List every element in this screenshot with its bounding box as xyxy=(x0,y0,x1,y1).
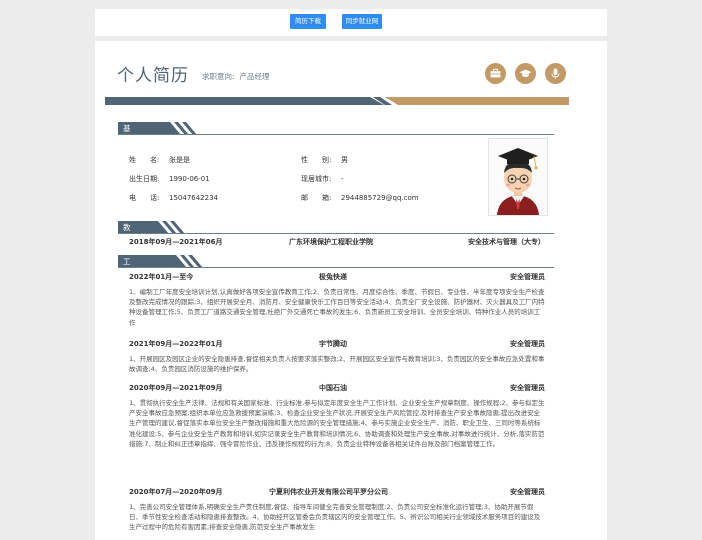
microphone-icon xyxy=(545,63,566,84)
job-company: 中国石油 xyxy=(319,384,347,392)
divider xyxy=(118,267,554,268)
education-school: 广东环境保护工程职业学院 xyxy=(289,238,373,246)
city-field: 现居城市: - xyxy=(301,175,344,183)
job-period: 2021年09月—2022年01月 xyxy=(129,340,223,348)
download-resume-button[interactable]: 简历下载 xyxy=(290,14,326,29)
job-period: 2022年01月—至今 xyxy=(129,273,194,281)
job-role: 安全管理员 xyxy=(510,273,545,281)
job-period: 2020年07月—2020年09月 xyxy=(129,488,223,496)
name-field: 姓 名: 张是是 xyxy=(129,156,190,164)
job-intent: 求职意向: 产品经理 xyxy=(202,71,270,82)
divider xyxy=(118,233,554,234)
job-entry: 2021年09月—2022年01月 宇节腾动 安全管理员 1、开展园区及园区企业的安… xyxy=(129,339,545,374)
page-title: 个人简历 xyxy=(117,66,189,86)
graduation-cap-icon xyxy=(515,63,536,84)
job-role: 安全管理员 xyxy=(510,488,545,496)
sync-employment-button[interactable]: 同步就业网 xyxy=(342,14,382,29)
job-description: 1、完善公司安全管理体系,明确安全生产责任制度,督促、指导车间健全完善安全管理制… xyxy=(129,503,541,532)
job-role: 安全管理员 xyxy=(510,340,545,348)
divider xyxy=(118,134,554,135)
job-company: 宇节腾动 xyxy=(319,340,347,348)
header-band xyxy=(105,97,569,105)
email-field: 邮 箱: 2944885729@qq.com xyxy=(301,194,419,202)
gender-field: 性 别: 男 xyxy=(301,156,348,164)
job-company: 宁夏利伟农业开发有限公司平罗分公司 xyxy=(269,488,388,496)
birth-field: 出生日期: 1990-06-01 xyxy=(129,175,210,183)
phone-field: 电 话: 15047642234 xyxy=(129,194,218,202)
job-role: 安全管理员 xyxy=(510,384,545,392)
job-description: 1、贯彻执行安全生产法律、法规和有关国家标准、行业标准,参与拟定年度安全生产工作… xyxy=(129,399,545,448)
top-toolbar: 简历下载 同步就业网 xyxy=(95,9,607,36)
briefcase-icon xyxy=(485,63,506,84)
job-description: 1、编制工厂年度安全培训计划,认真做好各项安全宣传教育工作;2、负责日常性、月度… xyxy=(129,288,545,327)
job-description: 1、开展园区及园区企业的安全隐患排查,督促相关负责人按要求落实整改;2、开展园区… xyxy=(129,355,545,374)
avatar xyxy=(488,138,548,216)
job-entry: 2020年09月—2021年09月 中国石油 安全管理员 1、贯彻执行安全生产法律、… xyxy=(129,383,545,449)
resume-sheet: 个人简历 求职意向: 产品经理 基本信息 姓 名: 张是是 性 别: 男 出生日期: 1… xyxy=(95,41,607,540)
job-entry: 2022年01月—至今 极兔快递 安全管理员 1、编制工厂年度安全培训计划,认真做好… xyxy=(129,272,545,328)
education-major: 安全技术与管理（大专） xyxy=(468,238,545,246)
job-company: 极兔快递 xyxy=(319,273,347,281)
intent-label: 求职意向: xyxy=(202,72,235,81)
intent-value: 产品经理 xyxy=(239,72,270,81)
job-entry: 2020年07月—2020年09月 宁夏利伟农业开发有限公司平罗分公司 安全管理员 … xyxy=(129,487,545,533)
job-period: 2020年09月—2021年09月 xyxy=(129,384,223,392)
education-period: 2018年09月—2021年06月 xyxy=(129,238,223,246)
